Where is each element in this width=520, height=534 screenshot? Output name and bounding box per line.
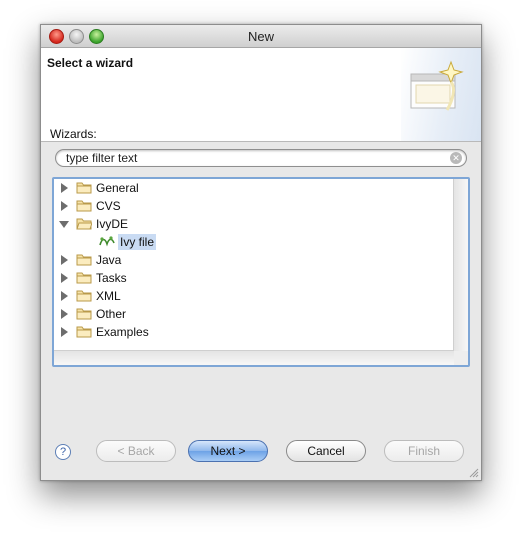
new-wizard-dialog: New Select a wizard Wizards: ✕ General (40, 24, 482, 481)
wizard-banner: Select a wizard (41, 48, 481, 142)
window-title: New (247, 29, 274, 44)
tree-item-general[interactable]: General (54, 179, 454, 197)
tree-item-label: Ivy file (118, 234, 157, 250)
expand-triangle-icon[interactable] (61, 201, 68, 211)
collapse-triangle-icon[interactable] (59, 221, 69, 228)
tree-item-ivy-file[interactable]: Ivy file (54, 233, 454, 251)
tree-item-label: Other (96, 307, 127, 321)
open-folder-icon (76, 218, 92, 230)
tree-item-ivyde[interactable]: IvyDE (54, 215, 454, 233)
tree-item-xml[interactable]: XML (54, 287, 454, 305)
folder-icon (76, 182, 92, 194)
wizard-tree-content: General CVS IvyDE Ivy file Java Tasks XM… (54, 179, 454, 351)
expand-triangle-icon[interactable] (61, 291, 68, 301)
tree-item-examples[interactable]: Examples (54, 323, 454, 341)
wizard-banner-graphic (401, 48, 481, 141)
expand-triangle-icon[interactable] (61, 273, 68, 283)
horizontal-scrollbar[interactable] (54, 350, 454, 365)
ivy-file-icon (99, 236, 115, 247)
folder-icon (76, 254, 92, 266)
tree-item-cvs[interactable]: CVS (54, 197, 454, 215)
folder-icon (76, 290, 92, 302)
wizard-tree[interactable]: General CVS IvyDE Ivy file Java Tasks XM… (52, 177, 470, 367)
cancel-button[interactable]: Cancel (286, 440, 366, 462)
tree-item-label: XML (96, 289, 121, 303)
folder-icon (76, 308, 92, 320)
resize-grip-icon[interactable] (467, 466, 479, 478)
banner-title: Select a wizard (47, 56, 134, 70)
vertical-scrollbar[interactable] (453, 179, 468, 351)
wizards-label: Wizards: (50, 127, 97, 141)
scrollbar-corner (454, 351, 468, 365)
tree-item-label: Tasks (96, 271, 127, 285)
tree-item-label: CVS (96, 199, 121, 213)
folder-icon (76, 272, 92, 284)
back-button[interactable]: < Back (96, 440, 176, 462)
expand-triangle-icon[interactable] (61, 327, 68, 337)
tree-item-label: Java (96, 253, 122, 267)
expand-triangle-icon[interactable] (61, 183, 68, 193)
folder-icon (76, 326, 92, 338)
expand-triangle-icon[interactable] (61, 255, 68, 265)
filter-field[interactable]: ✕ (55, 149, 467, 167)
new-wizard-icon (410, 60, 464, 111)
tree-item-java[interactable]: Java (54, 251, 454, 269)
clear-filter-icon[interactable]: ✕ (450, 152, 462, 164)
tree-item-label: General (96, 181, 139, 195)
next-button[interactable]: Next > (188, 440, 268, 462)
tree-item-label: Examples (96, 325, 149, 339)
expand-triangle-icon[interactable] (61, 309, 68, 319)
filter-input[interactable] (66, 150, 436, 166)
tree-item-other[interactable]: Other (54, 305, 454, 323)
tree-item-label: IvyDE (96, 217, 129, 231)
title-bar[interactable]: New (41, 25, 481, 48)
help-button[interactable]: ? (55, 444, 71, 460)
finish-button[interactable]: Finish (384, 440, 464, 462)
folder-icon (76, 200, 92, 212)
tree-item-tasks[interactable]: Tasks (54, 269, 454, 287)
